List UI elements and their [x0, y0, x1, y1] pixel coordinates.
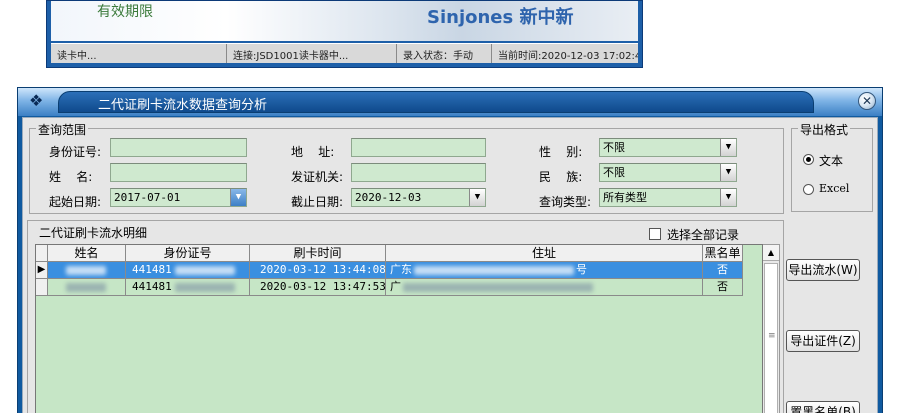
start-date-label: 起始日期:: [49, 195, 102, 209]
window-title: 二代证刷卡流水数据查询分析: [98, 98, 268, 113]
main-window: ❖ 二代证刷卡流水数据查询分析 ✕ 查询范围 身份证号: 地 址: 性 别: 不…: [17, 87, 883, 413]
export-format-group: 导出格式: [791, 121, 873, 212]
table-row-id[interactable]: 441481: [126, 279, 250, 296]
name-label: 姓 名:: [49, 170, 93, 184]
splash-banner: 有效期限 Sinjones 新中新: [51, 1, 638, 41]
end-date-label: 截止日期:: [291, 195, 344, 209]
status-input-mode: 录入状态：手动: [397, 44, 492, 63]
radio-text[interactable]: [803, 154, 814, 165]
client-area: 查询范围 身份证号: 地 址: 性 别: 不限 ▼ 姓 名: 发证机关: 民 族…: [22, 117, 878, 413]
issuer-input[interactable]: [351, 163, 486, 182]
table-row-time[interactable]: 2020-03-12 13:47:53: [250, 279, 386, 296]
start-date-value: 2017-07-01: [114, 191, 181, 204]
scroll-up-icon[interactable]: ▲: [763, 245, 779, 261]
app-icon[interactable]: ❖: [29, 92, 51, 110]
export-flow-button[interactable]: 导出流水(W): [786, 259, 860, 281]
chevron-down-icon[interactable]: ▼: [720, 164, 736, 181]
ethnicity-select[interactable]: 不限 ▼: [599, 163, 737, 182]
column-header-time[interactable]: 刷卡时间: [250, 245, 386, 262]
calendar-dropdown-icon[interactable]: ▼: [230, 189, 246, 206]
column-header-name[interactable]: 姓名: [48, 245, 126, 262]
gender-label: 性 别:: [539, 145, 583, 159]
address-label: 地 址:: [291, 145, 335, 159]
brand-logo: Sinjones 新中新: [427, 7, 574, 28]
status-reading: 读卡中...: [51, 44, 227, 63]
query-type-label: 查询类型:: [539, 195, 592, 209]
start-date-picker[interactable]: 2017-07-01 ▼: [110, 188, 247, 207]
ethnicity-label: 民 族:: [539, 170, 583, 184]
gender-select[interactable]: 不限 ▼: [599, 138, 737, 157]
radio-excel[interactable]: [803, 184, 814, 195]
column-header-id[interactable]: 身份证号: [126, 245, 250, 262]
row-indicator-current[interactable]: ▶: [36, 262, 48, 279]
name-input[interactable]: [110, 163, 247, 182]
splash-status-bar: 读卡中... 连接:JSD1001读卡器中... 录入状态：手动 当前时间:20…: [51, 43, 638, 63]
records-table[interactable]: 姓名 身份证号 刷卡时间 住址 黑名单 ▶ 441481 2020-03-12 …: [35, 244, 763, 413]
table-row-id[interactable]: 441481: [126, 262, 250, 279]
validity-text: 有效期限: [97, 4, 153, 20]
radio-excel-label: Excel: [819, 182, 850, 195]
radio-text-label: 文本: [819, 154, 844, 168]
blacklist-button[interactable]: 置黑名单(B): [786, 401, 860, 413]
select-all-label: 选择全部记录: [667, 228, 740, 242]
chevron-down-icon[interactable]: ▼: [720, 139, 736, 156]
close-icon: ✕: [861, 94, 873, 108]
status-current-time: 当前时间:2020-12-03 17:02:49: [498, 51, 638, 62]
id-label: 身份证号:: [49, 145, 102, 159]
title-bar[interactable]: ❖ 二代证刷卡流水数据查询分析 ✕: [18, 88, 882, 116]
header-indicator: [36, 245, 48, 262]
query-type-value: 所有类型: [603, 191, 647, 204]
export-format-title: 导出格式: [798, 121, 851, 138]
row-indicator[interactable]: [36, 279, 48, 296]
gender-value: 不限: [603, 141, 625, 154]
vertical-scrollbar[interactable]: ▲ ≡: [763, 244, 780, 413]
table-row-blacklist[interactable]: 否: [703, 279, 743, 296]
end-date-value: 2020-12-03: [355, 191, 422, 204]
issuer-label: 发证机关:: [291, 170, 344, 184]
table-row-name[interactable]: [48, 279, 126, 296]
ethnicity-value: 不限: [603, 166, 625, 179]
splash-window: 有效期限 Sinjones 新中新 读卡中... 连接:JSD1001读卡器中.…: [46, 0, 643, 68]
close-button[interactable]: ✕: [858, 92, 876, 110]
query-group-title: 查询范围: [36, 121, 89, 138]
table-row-address[interactable]: 广: [386, 279, 703, 296]
column-header-address[interactable]: 住址: [386, 245, 703, 262]
end-date-picker[interactable]: 2020-12-03 ▼: [351, 188, 486, 207]
table-row-address[interactable]: 广东号: [386, 262, 703, 279]
select-all-checkbox[interactable]: [649, 228, 661, 240]
id-input[interactable]: [110, 138, 247, 157]
export-cert-button[interactable]: 导出证件(Z): [786, 330, 860, 352]
chevron-down-icon[interactable]: ▼: [469, 189, 485, 206]
query-type-select[interactable]: 所有类型 ▼: [599, 188, 737, 207]
chevron-down-icon[interactable]: ▼: [720, 189, 736, 206]
table-row-blacklist[interactable]: 否: [703, 262, 743, 279]
grip-icon: ≡: [768, 331, 776, 341]
table-row-time[interactable]: 2020-03-12 13:44:08: [250, 262, 386, 279]
status-connection: 连接:JSD1001读卡器中...: [227, 44, 397, 63]
table-row-name[interactable]: [48, 262, 126, 279]
scroll-thumb[interactable]: ≡: [764, 263, 778, 413]
address-input[interactable]: [351, 138, 486, 157]
list-title: 二代证刷卡流水明细: [39, 226, 148, 240]
column-header-blacklist[interactable]: 黑名单: [703, 245, 743, 262]
